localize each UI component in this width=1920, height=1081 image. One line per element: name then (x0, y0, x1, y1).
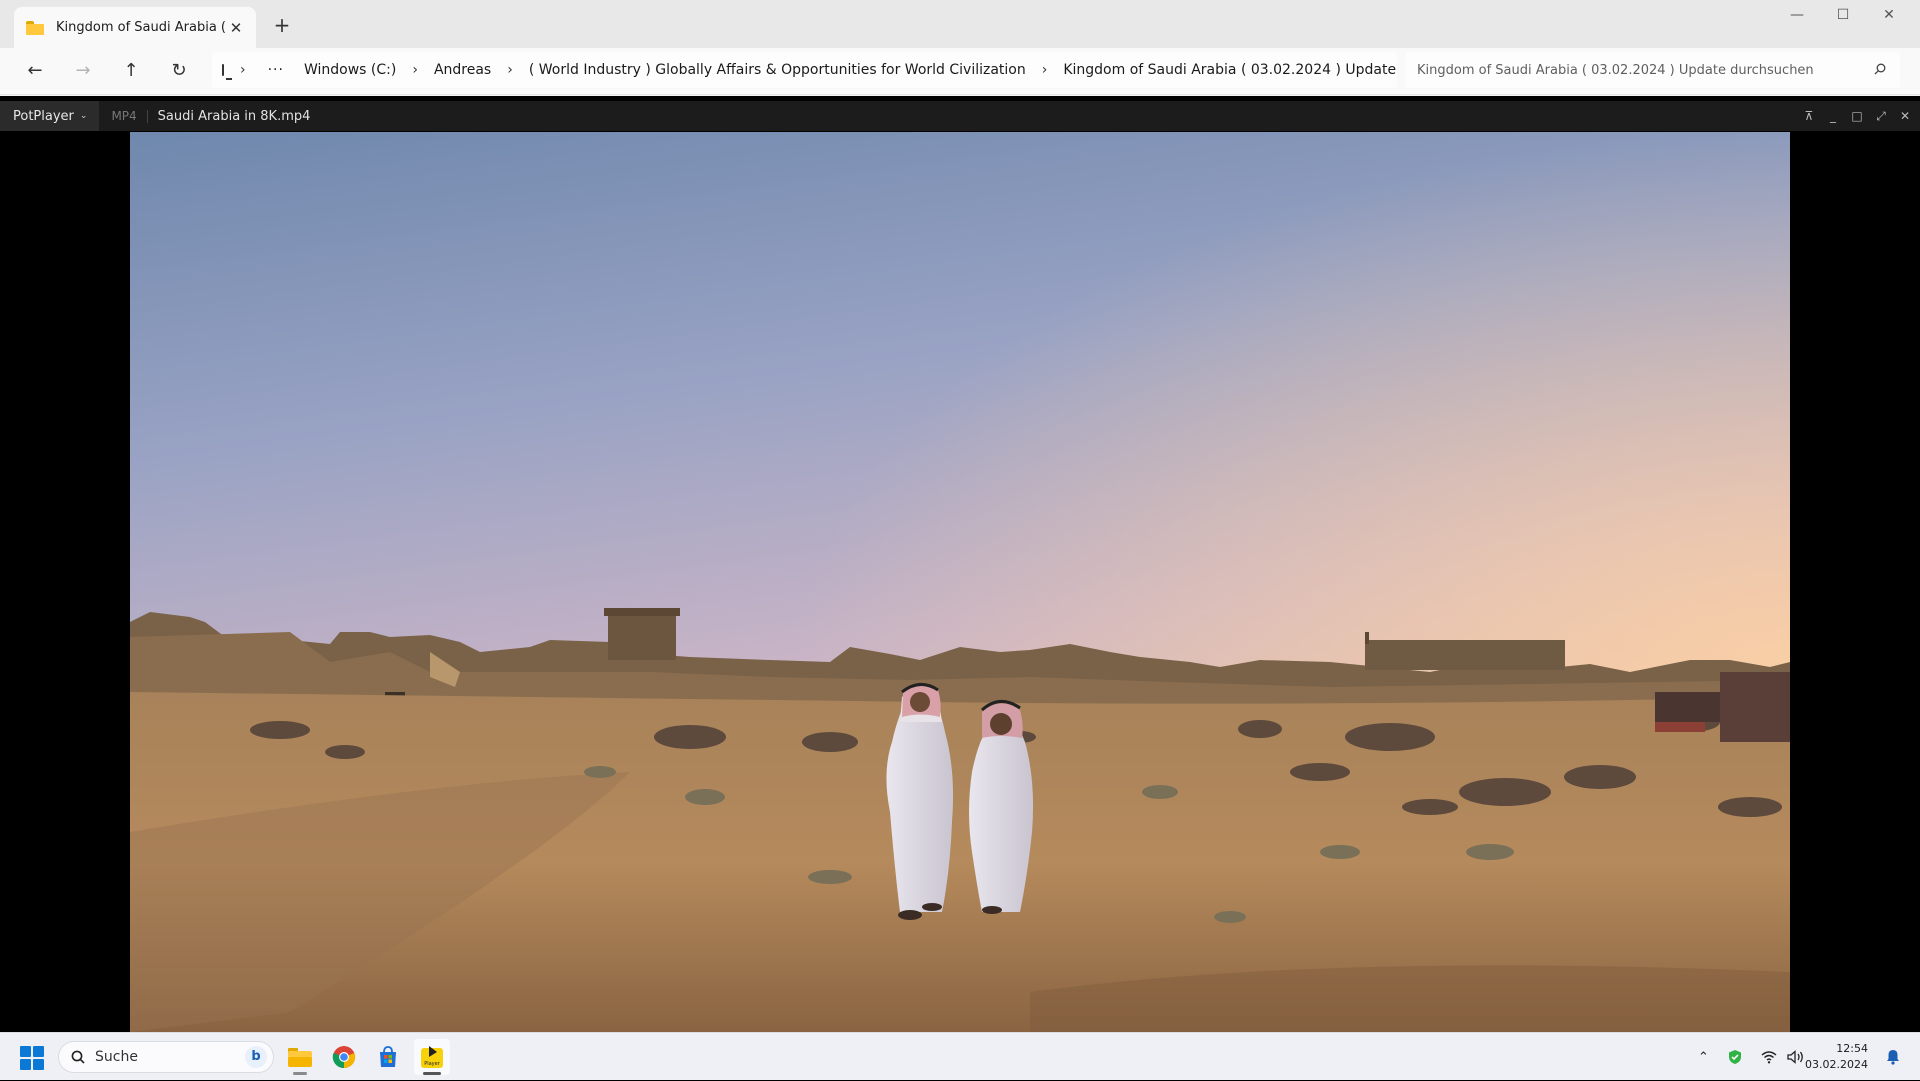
taskbar-chrome[interactable] (326, 1039, 362, 1075)
system-tray: ⌃ (1698, 1033, 1805, 1081)
player-close-button[interactable]: ✕ (1898, 109, 1912, 123)
potplayer-menu-button[interactable]: PotPlayer ⌄ (0, 101, 100, 131)
explorer-tab[interactable]: Kingdom of Saudi Arabia ( 03.02.2024 ) U… (14, 7, 256, 48)
clock-time: 12:54 (1836, 1042, 1868, 1055)
chevron-up-icon[interactable]: ⌃ (1698, 1050, 1709, 1065)
clock-date: 03.02.2024 (1805, 1058, 1868, 1071)
running-indicator (423, 1072, 441, 1075)
taskbar-clock[interactable]: 12:54 03.02.2024 (1805, 1041, 1868, 1073)
chevron-right-icon[interactable]: › (507, 62, 513, 78)
breadcrumb-user[interactable]: Andreas (434, 62, 491, 78)
desert-scene-image (130, 132, 1790, 1032)
tab-close-icon[interactable]: ✕ (226, 19, 246, 37)
maximize-button[interactable]: ☐ (1820, 0, 1866, 32)
up-arrow-icon[interactable]: ↑ (116, 55, 146, 85)
video-frame[interactable] (130, 132, 1790, 1032)
breadcrumb-world-industry[interactable]: ( World Industry ) Globally Affairs & Op… (529, 62, 1026, 78)
navigation-bar: ← → ↑ ↻ › ··· Windows (C:) › Andreas › (… (0, 48, 1920, 95)
chevron-right-icon[interactable]: › (240, 62, 246, 78)
file-format-label: MP4 (111, 109, 137, 123)
chevron-right-icon[interactable]: › (1042, 62, 1048, 78)
potplayer-icon: Player (421, 1046, 443, 1068)
pin-icon[interactable]: ⊼ (1802, 109, 1816, 123)
breadcrumb-drive[interactable]: Windows (C:) (304, 62, 396, 78)
tab-title: Kingdom of Saudi Arabia ( 03.02.2024 ) U… (56, 20, 226, 35)
breadcrumb-current-folder[interactable]: Kingdom of Saudi Arabia ( 03.02.2024 ) U… (1063, 62, 1396, 78)
file-explorer-icon (288, 1048, 312, 1067)
taskbar-search-box[interactable]: Suche b (58, 1041, 274, 1073)
search-placeholder: Kingdom of Saudi Arabia ( 03.02.2024 ) U… (1417, 62, 1814, 78)
tab-strip: Kingdom of Saudi Arabia ( 03.02.2024 ) U… (0, 0, 1920, 48)
windows-start-icon[interactable] (20, 1046, 44, 1070)
microsoft-store-icon (380, 1046, 396, 1067)
taskbar-file-explorer[interactable] (282, 1039, 318, 1075)
taskbar-microsoft-store[interactable] (370, 1039, 406, 1075)
chevron-right-icon[interactable]: › (412, 62, 418, 78)
minimize-button[interactable]: — (1774, 0, 1820, 32)
video-filename: Saudi Arabia in 8K.mp4 (157, 108, 311, 124)
fullscreen-icon[interactable]: ⤢ (1874, 109, 1888, 123)
back-arrow-icon[interactable]: ← (20, 55, 50, 85)
this-pc-icon[interactable] (222, 64, 232, 80)
windows-taskbar: Suche b Player ⌃ 12:54 03.02.2024 (0, 1032, 1920, 1080)
potplayer-brand: PotPlayer (13, 108, 74, 124)
close-window-button[interactable]: ✕ (1866, 0, 1912, 32)
svg-text:Player: Player (424, 1061, 441, 1067)
search-icon[interactable] (1874, 63, 1886, 75)
breadcrumb-overflow[interactable]: ··· (268, 62, 284, 78)
player-window-controls: ⊼ _ □ ⤢ ✕ (1802, 101, 1912, 131)
bing-icon[interactable]: b (245, 1046, 267, 1068)
chevron-down-icon: ⌄ (79, 111, 88, 121)
folder-search-input[interactable]: Kingdom of Saudi Arabia ( 03.02.2024 ) U… (1405, 52, 1900, 88)
player-title-bar: PotPlayer ⌄ MP4 Saudi Arabia in 8K.mp4 ⊼… (0, 101, 1920, 131)
wifi-icon[interactable] (1761, 1050, 1777, 1064)
search-icon (71, 1050, 85, 1064)
address-bar[interactable]: › ··· Windows (C:) › Andreas › ( World I… (212, 52, 1418, 88)
refresh-icon[interactable]: ↻ (164, 55, 194, 85)
player-maximize-button[interactable]: □ (1850, 109, 1864, 123)
new-tab-button[interactable]: + (270, 13, 294, 37)
chrome-icon (332, 1046, 356, 1069)
potplayer-window: PotPlayer ⌄ MP4 Saudi Arabia in 8K.mp4 ⊼… (0, 101, 1920, 1032)
taskbar-potplayer[interactable]: Player (414, 1039, 450, 1075)
file-explorer-window: Kingdom of Saudi Arabia ( 03.02.2024 ) U… (0, 0, 1920, 96)
forward-arrow-icon[interactable]: → (68, 55, 98, 85)
volume-icon[interactable] (1787, 1050, 1805, 1064)
folder-icon (26, 20, 44, 35)
player-minimize-button[interactable]: _ (1826, 109, 1840, 123)
running-indicator (293, 1072, 307, 1075)
notification-bell-icon[interactable] (1886, 1049, 1900, 1065)
divider (146, 109, 148, 123)
taskbar-search-label: Suche (95, 1049, 138, 1065)
security-shield-icon[interactable] (1727, 1049, 1743, 1065)
